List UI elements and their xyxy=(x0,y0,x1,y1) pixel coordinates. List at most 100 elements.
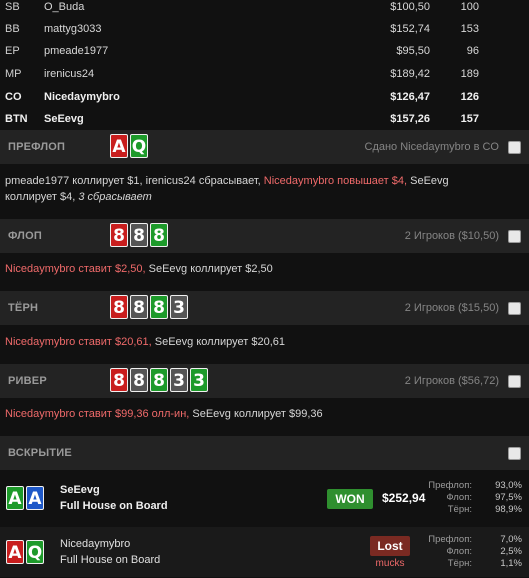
card: Q xyxy=(26,540,44,564)
street-info: 2 Игроков ($56,72) xyxy=(404,375,499,387)
card: A xyxy=(6,540,24,564)
player-stack: $100,50 xyxy=(390,1,430,13)
lost-badge: Lost xyxy=(370,536,410,556)
winner-hand: Full House on Board xyxy=(60,500,168,512)
winner-equity: Префлоп: 93,0% Флоп: 97,5% Тёрн: 98,9% xyxy=(422,480,522,516)
equity-row: Тёрн: 98,9% xyxy=(422,504,522,516)
player-stack: $157,26 xyxy=(390,113,430,125)
equity-value: 7,0% xyxy=(500,534,522,545)
action-text: SeEevg xyxy=(407,175,449,187)
showdown-winner-row: A A SeEevg Full House on Board WON $252,… xyxy=(0,473,529,523)
equity-row: Префлоп: 7,0% xyxy=(422,534,522,546)
action-text: SeEevg коллирует $20,61 xyxy=(151,336,285,348)
equity-row: Тёрн: 1,1% xyxy=(422,558,522,570)
player-name[interactable]: SeEevg xyxy=(44,112,84,126)
flop-actions: Nicedaymybro ставит $2,50, SeEevg коллир… xyxy=(5,261,520,277)
equity-value: 93,0% xyxy=(495,480,522,491)
street-label: РИВЕР xyxy=(8,375,47,387)
card: Q xyxy=(130,134,148,158)
street-label: ФЛОП xyxy=(8,230,42,242)
equity-value: 1,1% xyxy=(500,558,522,569)
player-row-bb: BB mattyg3033 $152,74 153 xyxy=(0,22,529,44)
street-label: ТЁРН xyxy=(8,302,39,314)
loser-hand: Full House on Board xyxy=(60,554,161,566)
preflop-actions: pmeade1977 коллирует $1, irenicus24 сбра… xyxy=(5,173,520,205)
player-row-mp: MP irenicus24 $189,42 189 xyxy=(0,67,529,89)
card: 8 xyxy=(150,295,168,319)
fold-summary: 3 сбрасывает xyxy=(78,191,152,203)
player-position: BB xyxy=(5,23,20,35)
hero-action: Nicedaymybro ставит $2,50, xyxy=(5,263,146,275)
board-cards: 8 8 8 3 3 xyxy=(110,368,208,392)
action-text: SeEevg коллирует $99,36 xyxy=(189,408,323,420)
loser-cards: A Q xyxy=(6,540,44,564)
player-position: SB xyxy=(5,1,20,13)
street-label: ВСКРЫТИЕ xyxy=(8,447,72,459)
street-checkbox[interactable] xyxy=(508,375,521,388)
street-checkbox[interactable] xyxy=(508,141,521,154)
player-name[interactable]: O_Buda xyxy=(44,0,84,14)
river-actions: Nicedaymybro ставит $99,36 олл-ин, SeEev… xyxy=(5,406,520,422)
street-info: 2 Игроков ($10,50) xyxy=(404,230,499,242)
loser-name[interactable]: Nicedaymybro xyxy=(60,536,160,552)
loser-equity: Префлоп: 7,0% Флоп: 2,5% Тёрн: 1,1% xyxy=(422,534,522,570)
street-label: ПРЕФЛОП xyxy=(8,141,66,153)
winner-info: SeEevg Full House on Board xyxy=(60,482,168,514)
equity-label: Флоп: xyxy=(446,546,472,557)
card: A xyxy=(26,486,44,510)
equity-row: Префлоп: 93,0% xyxy=(422,480,522,492)
hero-action: Nicedaymybro повышает $4, xyxy=(263,175,408,187)
card: 8 xyxy=(110,368,128,392)
equity-value: 2,5% xyxy=(500,546,522,557)
street-checkbox[interactable] xyxy=(508,302,521,315)
hero-action: Nicedaymybro ставит $20,61, xyxy=(5,336,152,348)
card: 8 xyxy=(150,368,168,392)
street-info: Сдано Nicedaymybro в CO xyxy=(364,141,500,153)
equity-label: Тёрн: xyxy=(447,558,472,569)
river-header: РИВЕР 8 8 8 3 3 2 Игроков ($56,72) xyxy=(0,364,529,398)
equity-label: Префлоп: xyxy=(428,480,472,491)
player-position: EP xyxy=(5,45,20,57)
player-stack-bb: 126 xyxy=(460,91,479,103)
winner-cards: A A xyxy=(6,486,44,510)
card: 3 xyxy=(170,295,188,319)
card: 8 xyxy=(130,295,148,319)
card: 8 xyxy=(130,368,148,392)
turn-header: ТЁРН 8 8 8 3 2 Игроков ($15,50) xyxy=(0,291,529,325)
card: 3 xyxy=(170,368,188,392)
card: 8 xyxy=(130,223,148,247)
won-badge: WON xyxy=(327,489,373,509)
winner-name[interactable]: SeEevg xyxy=(60,482,168,498)
street-checkbox[interactable] xyxy=(508,230,521,243)
action-text: коллирует $4, xyxy=(5,191,79,203)
player-name[interactable]: Nicedaymybro xyxy=(44,90,120,104)
card: 8 xyxy=(150,223,168,247)
action-text: SeEevg коллирует $2,50 xyxy=(145,263,273,275)
player-stack-bb: 189 xyxy=(460,68,479,80)
player-name[interactable]: irenicus24 xyxy=(44,67,94,81)
player-stack-bb: 157 xyxy=(460,113,479,125)
equity-label: Префлоп: xyxy=(428,534,472,545)
hero-action: Nicedaymybro ставит $99,36 олл-ин, xyxy=(5,408,190,420)
card: A xyxy=(110,134,128,158)
showdown-loser-row: A Q Nicedaymybro Full House on Board Los… xyxy=(0,527,529,577)
player-stack-bb: 96 xyxy=(466,45,479,57)
card: 8 xyxy=(110,223,128,247)
equity-value: 98,9% xyxy=(495,504,522,515)
card: 3 xyxy=(190,368,208,392)
flop-header: ФЛОП 8 8 8 2 Игроков ($10,50) xyxy=(0,219,529,253)
equity-label: Флоп: xyxy=(446,492,472,503)
card: 8 xyxy=(110,295,128,319)
equity-label: Тёрн: xyxy=(447,504,472,515)
player-name[interactable]: pmeade1977 xyxy=(44,44,108,58)
preflop-header: ПРЕФЛОП A Q Сдано Nicedaymybro в CO xyxy=(0,130,529,164)
street-info: 2 Игроков ($15,50) xyxy=(404,302,499,314)
player-stack: $126,47 xyxy=(390,91,430,103)
equity-row: Флоп: 97,5% xyxy=(422,492,522,504)
board-cards: 8 8 8 xyxy=(110,223,168,247)
equity-value: 97,5% xyxy=(495,492,522,503)
street-checkbox[interactable] xyxy=(508,447,521,460)
player-name[interactable]: mattyg3033 xyxy=(44,22,101,36)
player-stack: $152,74 xyxy=(390,23,430,35)
equity-row: Флоп: 2,5% xyxy=(422,546,522,558)
